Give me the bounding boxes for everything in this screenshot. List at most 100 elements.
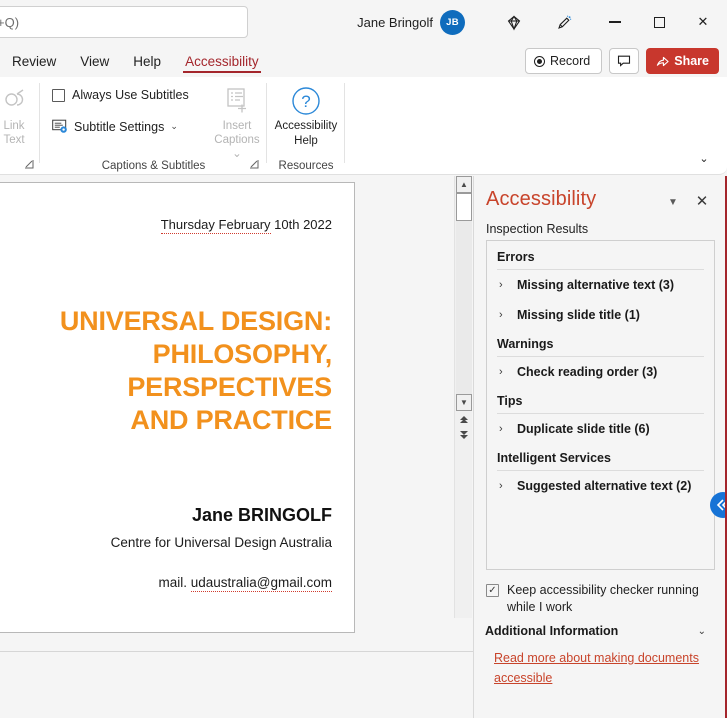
ribbon-actions: Record Share [524, 48, 719, 74]
tab-accessibility[interactable]: Accessibility [173, 45, 271, 77]
slide-title-line-2: PHILOSOPHY, [152, 339, 333, 369]
chevron-down-icon: ⌄ [170, 121, 178, 131]
insert-captions-label: Insert Captions ⌄ [214, 120, 260, 160]
tab-review[interactable]: Review [0, 45, 68, 77]
always-use-subtitles-checkbox[interactable]: Always Use Subtitles [52, 88, 189, 102]
close-button[interactable]: ✕ [681, 6, 725, 38]
comment-icon [618, 55, 631, 67]
slide-title-line-1: UNIVERSAL DESIGN: [59, 306, 332, 336]
share-button-label: Share [674, 54, 709, 68]
chevron-right-icon: › [499, 480, 503, 492]
chevron-right-icon: › [499, 309, 503, 321]
link-text-icon [0, 85, 40, 117]
record-button[interactable]: Record [524, 48, 603, 74]
ribbon-group-captions-subtitles: Always Use Subtitles Subtitle Settings ⌄ [40, 77, 267, 175]
subtitle-settings-button[interactable]: Subtitle Settings ⌄ [52, 119, 178, 134]
slide-canvas[interactable]: Thursday February 10th 2022 UNIVERSAL DE… [0, 182, 355, 633]
result-item-label: Suggested alternative text (2) [517, 479, 692, 493]
additional-information-section[interactable]: Additional Information ⌄ [485, 624, 720, 638]
record-button-label: Record [549, 54, 591, 68]
maximize-button[interactable] [637, 6, 681, 38]
group-divider [344, 83, 345, 163]
result-item-missing-alternative-text[interactable]: › Missing alternative text (3) [497, 270, 704, 300]
account-name: Jane Bringolf [357, 15, 433, 30]
pane-close-icon[interactable]: ✕ [691, 190, 713, 212]
next-slide-button[interactable] [456, 428, 472, 443]
always-use-subtitles-label: Always Use Subtitles [72, 88, 189, 102]
resources-group-label: Resources [278, 160, 334, 172]
checkbox-icon [52, 88, 65, 102]
slide-email-text[interactable]: mail. udaustralia@gmail.com [158, 575, 332, 592]
section-heading-intelligent-services: Intelligent Services [497, 444, 704, 471]
scroll-down-button[interactable]: ▼ [456, 394, 472, 411]
powerpoint-window: +Q) Jane Bringolf JB ✕ Review View Help … [0, 0, 727, 718]
scrollbar-track[interactable] [456, 221, 472, 394]
link-line-1: Read more about making documents [494, 651, 699, 665]
keep-checker-running-checkbox[interactable]: ✓ Keep accessibility checker running whi… [486, 582, 718, 616]
slide-date-part1: Thursday February [160, 217, 271, 234]
keep-checker-running-label: Keep accessibility checker running while… [507, 583, 699, 614]
tab-view[interactable]: View [68, 45, 121, 77]
link-text-dialog-launcher[interactable] [24, 159, 36, 171]
link-line-2: accessible [494, 671, 553, 685]
scrollbar-thumb[interactable] [456, 193, 472, 221]
share-icon [657, 56, 669, 66]
slide-title-line-4: AND PRACTICE [130, 405, 332, 435]
account-info[interactable]: Jane Bringolf JB [357, 10, 465, 35]
maximize-icon [653, 16, 665, 28]
section-heading-errors: Errors [497, 241, 704, 270]
result-item-label: Duplicate slide title (6) [517, 422, 650, 436]
comments-button[interactable] [609, 48, 640, 74]
result-item-suggested-alternative-text[interactable]: › Suggested alternative text (2) [497, 471, 704, 501]
close-icon: ✕ [697, 14, 709, 29]
pane-options-caret-icon[interactable]: ▼ [663, 193, 683, 211]
chevron-down-icon: ⌄ [697, 625, 706, 637]
chevron-right-icon: › [499, 279, 503, 291]
result-item-duplicate-slide-title[interactable]: › Duplicate slide title (6) [497, 414, 704, 444]
link-text-label: Link Text [3, 120, 25, 146]
read-more-accessible-documents-link[interactable]: Read more about making documents accessi… [494, 648, 709, 688]
subtitle-settings-icon [52, 119, 67, 133]
captions-group-label: Captions & Subtitles [101, 160, 206, 172]
insert-captions-button[interactable]: Insert Captions ⌄ [208, 83, 266, 161]
slide-title-text[interactable]: UNIVERSAL DESIGN: PHILOSOPHY, PERSPECTIV… [16, 305, 332, 437]
diamond-icon[interactable] [499, 8, 529, 38]
chevron-right-icon: › [499, 423, 503, 435]
title-bar: +Q) Jane Bringolf JB ✕ [0, 0, 727, 45]
slide-date-part2: 10th 2022 [270, 217, 332, 232]
ribbon-tab-strip: Review View Help Accessibility Record Sh… [0, 45, 727, 77]
ribbon-collapse-button[interactable]: ⌄ [693, 148, 715, 168]
ink-pen-icon[interactable] [549, 8, 579, 38]
subtitle-settings-label: Subtitle Settings [74, 119, 165, 134]
search-input[interactable]: +Q) [0, 6, 248, 38]
section-heading-tips: Tips [497, 387, 704, 414]
slide-email-prefix: mail. [158, 575, 191, 590]
slide-title-line-3: PERSPECTIVES [127, 372, 332, 402]
inspection-results-label: Inspection Results [486, 222, 589, 236]
result-item-check-reading-order[interactable]: › Check reading order (3) [497, 357, 704, 387]
slide-editing-area: Thursday February 10th 2022 UNIVERSAL DE… [0, 176, 473, 718]
share-button[interactable]: Share [646, 48, 719, 74]
result-item-missing-slide-title[interactable]: › Missing slide title (1) [497, 300, 704, 330]
record-icon [533, 55, 545, 67]
search-input-value: +Q) [0, 14, 20, 30]
tab-help[interactable]: Help [121, 45, 173, 77]
result-item-label: Check reading order (3) [517, 365, 658, 379]
accessibility-help-button[interactable]: ? [267, 85, 345, 117]
ribbon-tabs: Review View Help Accessibility [0, 45, 271, 77]
avatar[interactable]: JB [440, 10, 465, 35]
minimize-icon [609, 21, 621, 23]
slide-date-text[interactable]: Thursday February 10th 2022 [160, 217, 332, 234]
scroll-up-button[interactable]: ▲ [456, 176, 472, 193]
slide-author-text[interactable]: Jane BRINGOLF [192, 505, 332, 526]
slide-organisation-text[interactable]: Centre for Universal Design Australia [111, 535, 332, 550]
previous-slide-button[interactable] [456, 412, 472, 427]
ribbon: Link Text Always Use Subtitles Subtitle … [0, 77, 727, 175]
captions-dialog-launcher[interactable] [249, 159, 261, 171]
minimize-button[interactable] [593, 6, 637, 38]
question-circle-icon: ? [292, 87, 320, 115]
accessibility-help-label: Accessibility Help [274, 120, 338, 147]
insert-captions-icon [208, 83, 266, 117]
ribbon-group-resources: ? Accessibility Help Resources [267, 77, 345, 175]
slide-vertical-scrollbar[interactable]: ▲ ▼ [454, 176, 472, 618]
